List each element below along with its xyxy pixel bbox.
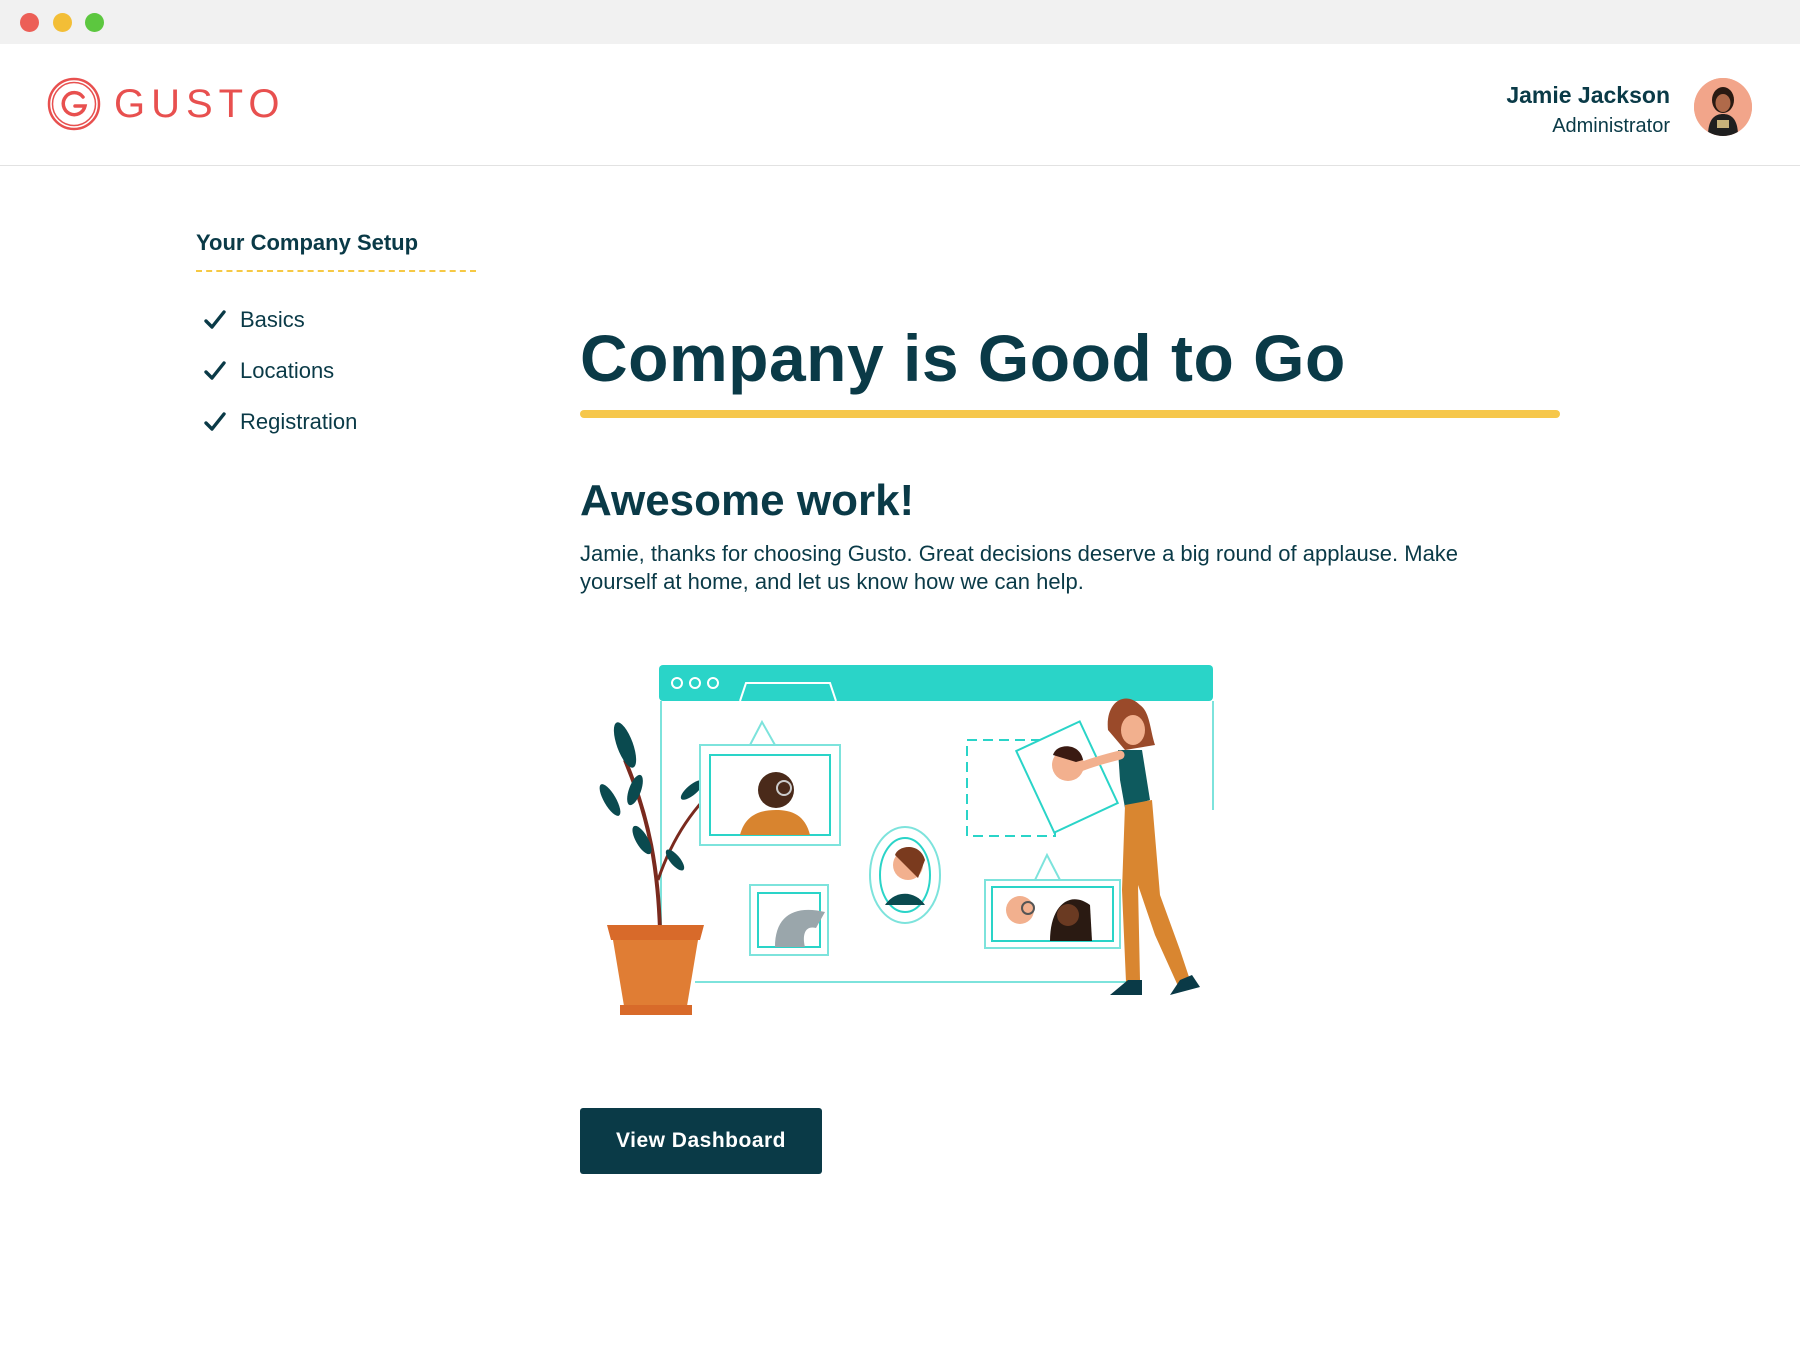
check-icon — [204, 309, 226, 329]
title-underline — [580, 410, 1560, 418]
gusto-logo-icon — [47, 77, 101, 131]
avatar[interactable] — [1694, 78, 1752, 136]
window-titlebar — [0, 0, 1800, 44]
setup-step-registration[interactable]: Registration — [196, 396, 476, 447]
window-minimize-button[interactable] — [53, 13, 72, 32]
user-name: Jamie Jackson — [1506, 82, 1670, 108]
avatar-image — [1694, 78, 1752, 136]
window-maximize-button[interactable] — [85, 13, 104, 32]
check-icon — [204, 360, 226, 380]
gusto-wordmark: GUSTO — [114, 81, 286, 126]
setup-step-locations[interactable]: Locations — [196, 345, 476, 396]
view-dashboard-button[interactable]: View Dashboard — [580, 1108, 822, 1174]
main-content: Company is Good to Go Awesome work! Jami… — [580, 320, 1560, 596]
welcome-message: Jamie, thanks for choosing Gusto. Great … — [580, 541, 1459, 594]
success-heading: Awesome work! — [580, 476, 915, 525]
window-close-button[interactable] — [20, 13, 39, 32]
gusto-logo[interactable]: GUSTO — [46, 76, 286, 132]
page-title: Company is Good to Go — [580, 321, 1346, 395]
setup-steps-list: Basics Locations Registration — [196, 294, 476, 447]
step-label: Locations — [240, 357, 335, 383]
step-label: Basics — [240, 306, 305, 332]
setup-step-basics[interactable]: Basics — [196, 294, 476, 345]
check-icon — [204, 411, 226, 431]
sidebar-title: Your Company Setup — [196, 230, 476, 272]
top-navigation: GUSTO Jamie Jackson Administrator — [0, 44, 1800, 166]
user-role: Administrator — [1552, 115, 1670, 137]
step-label: Registration — [240, 408, 358, 434]
gallery-wall-illustration — [599, 665, 1214, 1015]
setup-sidebar: Your Company Setup Basics Locations Regi… — [196, 230, 476, 447]
user-info[interactable]: Jamie Jackson Administrator — [1506, 82, 1670, 138]
